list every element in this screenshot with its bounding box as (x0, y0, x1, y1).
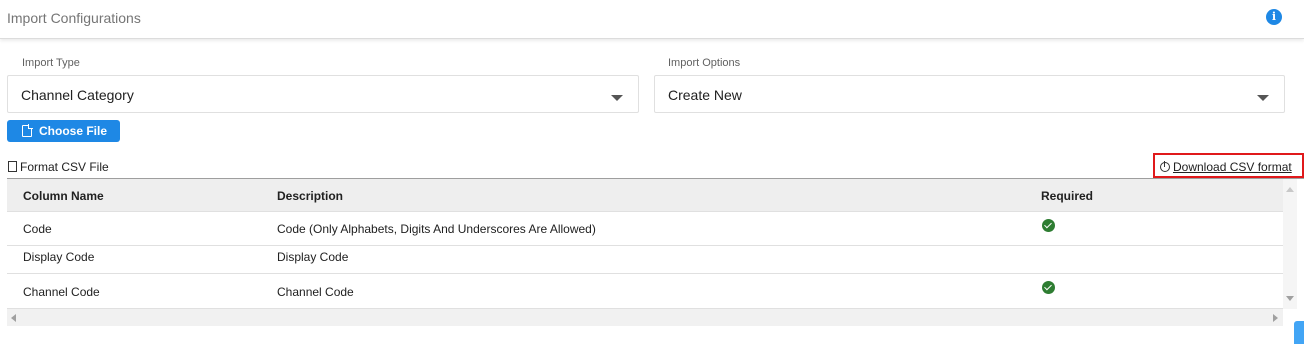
choose-file-label: Choose File (39, 124, 108, 138)
header-required: Required (1041, 189, 1094, 203)
import-type-select[interactable]: Channel Category (7, 75, 639, 113)
cell-description: Display Code (277, 250, 349, 264)
import-type-label: Import Type (22, 57, 80, 69)
table-row: Channel Code Channel Code (7, 274, 1283, 309)
vertical-scrollbar[interactable] (1283, 179, 1297, 309)
check-circle-icon (1042, 281, 1055, 294)
import-options-select[interactable]: Create New (654, 75, 1285, 113)
import-options-label: Import Options (668, 57, 741, 69)
page-header: Import Configurations i (0, 0, 1304, 39)
scroll-up-icon[interactable] (1286, 187, 1294, 192)
cell-column-name: Display Code (23, 250, 95, 264)
choose-file-button[interactable]: Choose File (7, 120, 120, 142)
header-column-name: Column Name (23, 189, 104, 203)
check-circle-icon (1042, 219, 1055, 232)
scroll-left-icon[interactable] (11, 314, 16, 322)
scroll-down-icon[interactable] (1286, 296, 1294, 301)
format-csv-label: Format CSV File (20, 160, 109, 174)
file-icon (22, 124, 33, 137)
cell-column-name: Channel Code (23, 285, 100, 299)
download-csv-link[interactable]: Download CSV format (1160, 160, 1292, 174)
table-header-row: Column Name Description Required (7, 179, 1283, 212)
chevron-down-icon (611, 95, 623, 101)
chevron-down-icon (1257, 95, 1269, 101)
horizontal-scrollbar[interactable] (7, 309, 1283, 326)
file-icon (8, 161, 17, 172)
header-description: Description (277, 189, 344, 203)
csv-format-table: Column Name Description Required Code Co… (7, 178, 1304, 326)
cell-column-name: Code (23, 222, 52, 236)
floating-action-edge[interactable] (1294, 321, 1304, 344)
scroll-right-icon[interactable] (1273, 314, 1278, 322)
info-icon[interactable]: i (1266, 9, 1282, 25)
table-row: Display Code Display Code (7, 246, 1283, 274)
download-icon (1160, 161, 1170, 172)
page-title: Import Configurations (7, 10, 141, 26)
download-csv-label: Download CSV format (1173, 160, 1292, 174)
download-highlight: Download CSV format (1153, 153, 1304, 178)
format-csv-heading: Format CSV File (8, 160, 109, 174)
table-row: Code Code (Only Alphabets, Digits And Un… (7, 212, 1283, 246)
import-type-value: Channel Category (21, 87, 134, 103)
cell-description: Code (Only Alphabets, Digits And Undersc… (277, 222, 596, 236)
cell-description: Channel Code (277, 285, 354, 299)
import-options-value: Create New (668, 87, 742, 103)
